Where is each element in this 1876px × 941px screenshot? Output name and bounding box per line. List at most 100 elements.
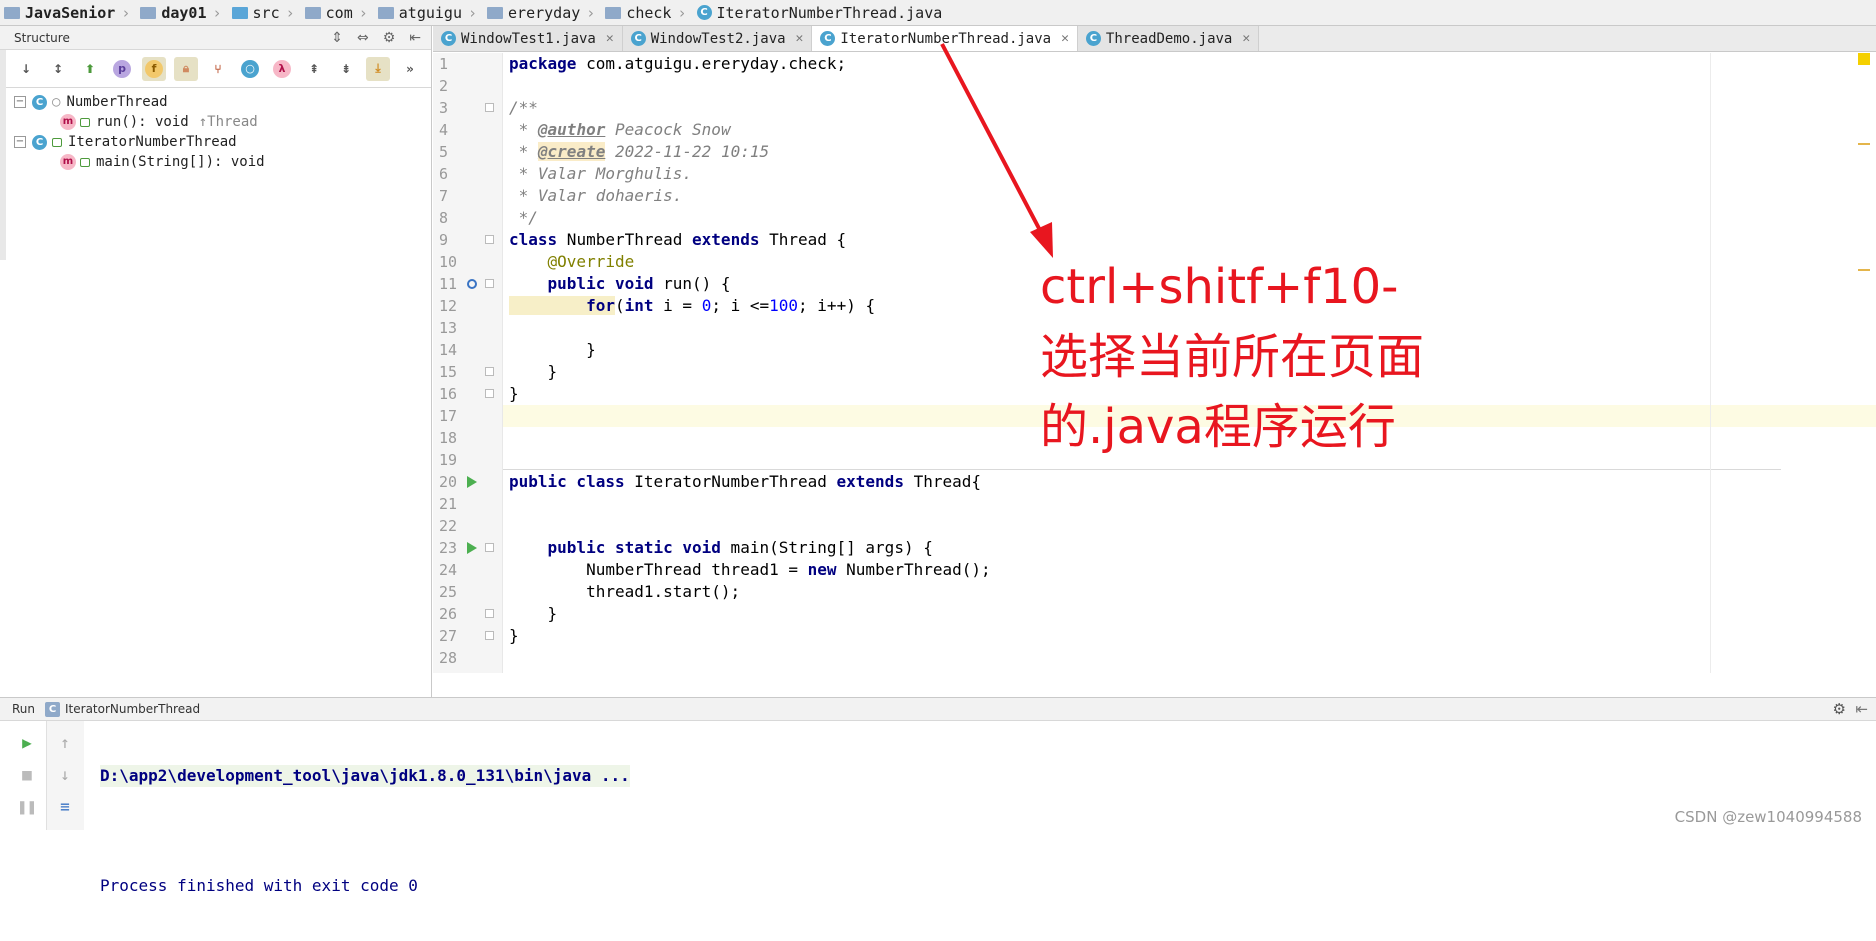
sort-alphabetically-icon[interactable]: ↕ xyxy=(46,57,70,81)
code-line: 1 package com.atguigu.ereryday.check; xyxy=(439,54,847,73)
inherited-from-label: ↑Thread xyxy=(198,114,258,130)
show-fields-icon[interactable]: f xyxy=(142,56,166,81)
structure-toolbar: ↓ ↕ ⬆ p f 🔒︎ ⑂ ○ λ ⇞ ⇟ ⤓ » xyxy=(0,50,431,88)
hide-icon[interactable]: ⇤ xyxy=(409,30,421,46)
package-icon xyxy=(377,6,394,19)
collapse-all-icon[interactable]: ⇟ xyxy=(334,57,358,81)
lambda-icon[interactable]: λ xyxy=(270,57,294,81)
breadcrumb: JavaSenior › day01 › src › com › atguigu › er… xyxy=(0,0,1876,26)
fold-icon[interactable] xyxy=(485,631,494,640)
tree-node-label: IteratorNumberThread xyxy=(68,134,237,150)
gear-icon[interactable]: ⚙ xyxy=(1833,700,1846,718)
tab-windowtest2[interactable]: C WindowTest2.java ✕ xyxy=(622,26,813,51)
code-line: 22 xyxy=(439,517,458,535)
code-line: 21 xyxy=(439,495,458,513)
collapse-icon[interactable]: ⇔ xyxy=(357,30,369,46)
autoscroll-icon[interactable]: ⤓ xyxy=(366,56,390,81)
sort-by-visibility-icon[interactable]: ↓ xyxy=(14,57,38,81)
side-tool-strip[interactable] xyxy=(0,50,6,260)
close-icon[interactable]: ✕ xyxy=(796,31,804,46)
run-class-icon[interactable] xyxy=(467,476,477,488)
structure-header: Structure ⇕ ⇔ ⚙ ⇤ xyxy=(0,26,431,50)
breadcrumb-item-src[interactable]: src › xyxy=(228,0,301,26)
java-class-icon: C xyxy=(820,31,836,46)
code-line: 6 * Valar Morghulis. xyxy=(439,164,693,183)
run-main-icon[interactable] xyxy=(467,542,477,554)
pause-icon[interactable]: ❚❚ xyxy=(16,795,38,817)
show-inherited-icon[interactable]: ⬆ xyxy=(78,57,102,81)
package-icon xyxy=(605,6,622,19)
breadcrumb-item-atguigu[interactable]: atguigu › xyxy=(374,0,483,26)
fold-icon[interactable] xyxy=(485,367,494,376)
close-icon[interactable]: ✕ xyxy=(606,31,614,46)
code-line: 5 * @create 2022-11-22 10:15 xyxy=(439,142,770,161)
structure-title: Structure xyxy=(14,30,70,45)
fold-icon[interactable] xyxy=(485,543,494,552)
tree-node-run[interactable]: m run(): void ↑Thread xyxy=(0,112,431,132)
console-command: D:\app2\development_tool\java\jdk1.8.0_1… xyxy=(100,765,630,787)
annotation-line-3: 的.java程序运行 xyxy=(1040,399,1396,455)
fold-icon[interactable] xyxy=(485,389,494,398)
code-line: 27} xyxy=(439,626,519,645)
fold-icon[interactable] xyxy=(485,235,494,244)
code-line: 7 * Valar dohaeris. xyxy=(439,186,683,205)
fold-icon[interactable] xyxy=(485,103,494,112)
breadcrumb-item-com[interactable]: com › xyxy=(301,0,374,26)
package-icon xyxy=(304,6,321,19)
tree-node-main[interactable]: m main(String[]): void xyxy=(0,152,431,172)
gear-icon[interactable]: ⚙ xyxy=(383,30,396,46)
breadcrumb-item-project[interactable]: JavaSenior › xyxy=(0,0,136,26)
breadcrumb-item-ereryday[interactable]: ereryday › xyxy=(483,0,601,26)
tab-iteratornumberthread[interactable]: C IteratorNumberThread.java ✕ xyxy=(812,26,1078,51)
tree-node-iteratornumberthread[interactable]: − C IteratorNumberThread xyxy=(0,132,431,152)
run-toolwindow-header: Run C IteratorNumberThread ⚙ ⇤ xyxy=(0,697,1876,721)
console-output[interactable]: D:\app2\development_tool\java\jdk1.8.0_1… xyxy=(100,721,630,941)
code-line: 2 xyxy=(439,77,449,95)
folder-icon xyxy=(4,6,20,19)
package-private-icon: ○ xyxy=(52,94,61,110)
method-icon: m xyxy=(60,114,76,130)
collapse-node-icon[interactable]: − xyxy=(14,96,26,108)
close-icon[interactable]: ✕ xyxy=(1061,31,1069,46)
more-icon[interactable]: » xyxy=(398,57,422,81)
soft-wrap-icon[interactable]: ≡ xyxy=(54,795,76,817)
override-icon[interactable] xyxy=(467,279,477,289)
show-anonymous-icon[interactable]: ⑂ xyxy=(206,57,230,81)
show-non-public-icon[interactable]: 🔒︎ xyxy=(174,56,198,81)
fold-icon[interactable] xyxy=(485,279,494,288)
up-arrow-icon[interactable]: ↑ xyxy=(54,731,76,753)
tree-node-numberthread[interactable]: − C ○ NumberThread xyxy=(0,92,431,112)
red-annotation: ctrl+shitf+f10- 选择当前所在页面 的.java程序运行 xyxy=(1040,252,1600,462)
hide-icon[interactable]: ⇤ xyxy=(1855,700,1868,718)
show-lambdas-icon[interactable]: ○ xyxy=(238,57,262,81)
down-arrow-icon[interactable]: ↓ xyxy=(54,763,76,785)
annotation-line-2: 选择当前所在页面 xyxy=(1040,329,1425,385)
code-line: 25 thread1.start(); xyxy=(439,582,741,601)
breadcrumb-item-check[interactable]: check › xyxy=(601,0,692,26)
tab-threaddemo[interactable]: C ThreadDemo.java ✕ xyxy=(1077,26,1260,51)
fold-icon[interactable] xyxy=(485,609,494,618)
expand-all-icon[interactable]: ⇞ xyxy=(302,57,326,81)
java-class-icon: C xyxy=(1085,31,1101,46)
stop-icon[interactable]: ■ xyxy=(16,763,38,785)
tab-windowtest1[interactable]: C WindowTest1.java ✕ xyxy=(433,26,623,51)
run-config-icon: C xyxy=(45,701,61,717)
java-class-runnable-icon: C xyxy=(32,134,47,150)
tree-node-label: main(String[]): void xyxy=(96,154,265,170)
java-class-icon: C xyxy=(630,31,646,46)
watermark: CSDN @zew1040994588 xyxy=(1674,808,1862,826)
close-icon[interactable]: ✕ xyxy=(1242,31,1250,46)
editor-tabs: C WindowTest1.java ✕ C WindowTest2.java ✕ CI… xyxy=(433,26,1876,52)
java-class-icon: C xyxy=(696,5,712,20)
run-config-name[interactable]: IteratorNumberThread xyxy=(65,702,200,716)
breadcrumb-item-module[interactable]: day01 › xyxy=(136,0,227,26)
code-line: 20 public class IteratorNumberThread exte… xyxy=(439,472,982,491)
rerun-icon[interactable]: ▶ xyxy=(16,731,38,753)
expand-icon[interactable]: ⇕ xyxy=(331,30,343,46)
collapse-node-icon[interactable]: − xyxy=(14,136,26,148)
structure-tree: − C ○ NumberThread m run(): void ↑Thread… xyxy=(0,88,431,172)
package-icon xyxy=(487,6,504,19)
code-line: 9 class NumberThread extends Thread { xyxy=(439,230,847,249)
show-properties-icon[interactable]: p xyxy=(110,57,134,81)
breadcrumb-item-file[interactable]: C IteratorNumberThread.java xyxy=(693,0,949,26)
